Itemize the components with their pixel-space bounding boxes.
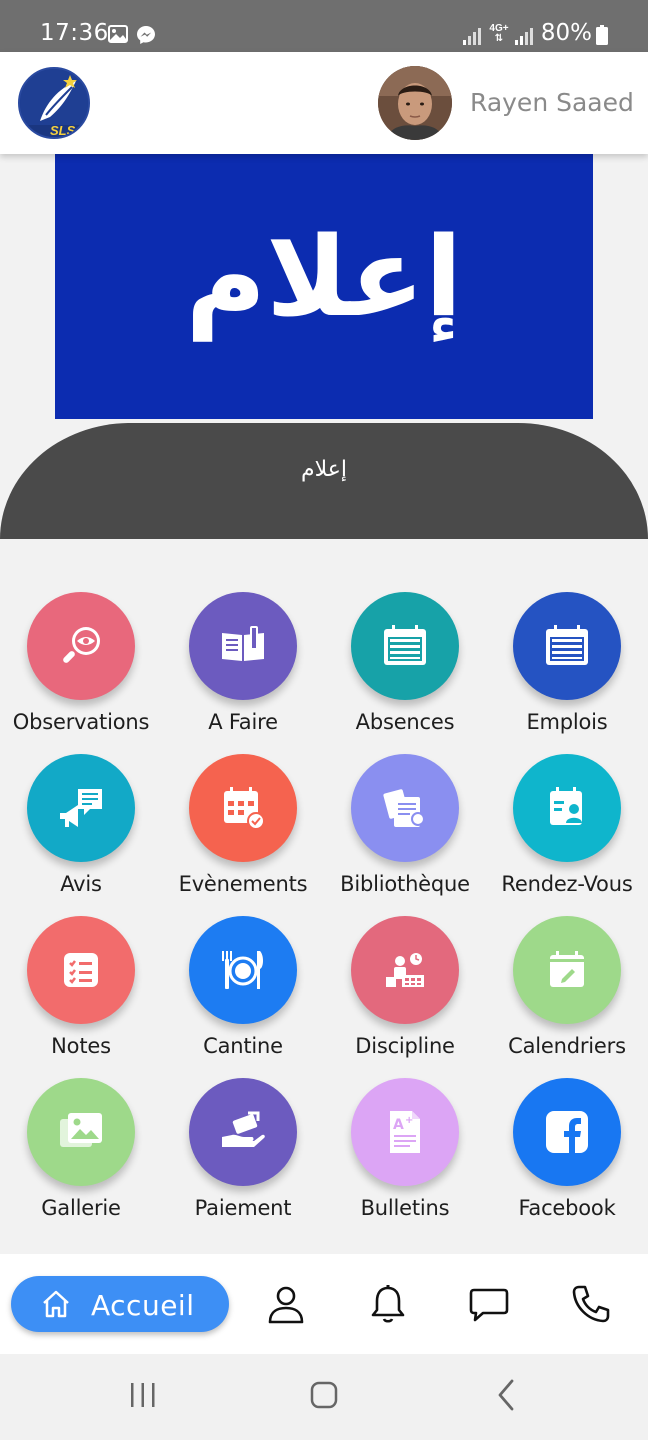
chat-icon[interactable] [469,1284,509,1324]
battery-icon [596,25,608,45]
banner-title: إعلام [185,212,463,341]
user-avatar[interactable] [378,66,452,140]
report-card-icon: A + [390,1111,420,1153]
menu-item-circle [513,592,621,700]
calendar-pencil-icon [550,951,584,987]
menu-item-circle [189,916,297,1024]
signal-2-icon [515,28,533,45]
menu-item-circle [351,592,459,700]
menu-item-bulletins[interactable]: A + Bulletins [324,1026,486,1220]
menu-item-calendriers[interactable]: Calendriers [486,864,648,1058]
facebook-icon [546,1111,588,1153]
svg-text:+: + [405,1115,413,1126]
calendar-grid-icon [384,625,426,665]
profile-icon[interactable] [266,1284,306,1324]
menu-item-notes[interactable]: Notes [0,864,162,1058]
checklist-icon [64,953,98,987]
menu-grid: Observations A Faire Absences Emplois Av… [0,540,648,1252]
network-type-indicator: 4G+ ⇅ [489,23,509,44]
nav-home-label: Accueil [91,1289,195,1322]
menu-item-circle [513,754,621,862]
home-icon [43,1290,69,1318]
menu-item-observations[interactable]: Observations [0,540,162,734]
menu-item-absences[interactable]: Absences [324,540,486,734]
status-time: 17:36 [40,20,109,46]
menu-item-label: Gallerie [41,1196,121,1220]
plate-cutlery-icon [222,951,263,989]
menu-item-gallerie[interactable]: Gallerie [0,1026,162,1220]
book-pen-icon [222,626,264,661]
menu-item-circle [27,1078,135,1186]
menu-item-label: Paiement [194,1196,292,1220]
menu-item-label: Bulletins [360,1196,450,1220]
school-logo[interactable]: SLS [18,67,90,139]
system-nav-bar [0,1354,648,1440]
svg-text:A: A [393,1117,404,1133]
menu-item-circle [27,592,135,700]
back-icon[interactable] [496,1379,516,1411]
status-bar: 17:36 4G+ ⇅ 80% [0,0,648,52]
menu-item-facebook[interactable]: Facebook [486,1026,648,1220]
announcement-banner[interactable]: إعلام [55,154,593,419]
menu-item-evenements[interactable]: Evènements [162,702,324,896]
banner-caption: إعلام [301,457,347,482]
nav-home-button[interactable]: Accueil [11,1276,229,1332]
menu-item-circle [513,1078,621,1186]
menu-item-circle [351,916,459,1024]
menu-item-cantine[interactable]: Cantine [162,864,324,1058]
menu-item-circle [189,592,297,700]
classroom-clock-icon [386,953,424,987]
menu-item-avis[interactable]: Avis [0,702,162,896]
gallery-notification-icon [108,25,128,43]
menu-item-paiement[interactable]: Paiement [162,1026,324,1220]
menu-item-bibliotheque[interactable]: Bibliothèque [324,702,486,896]
menu-item-discipline[interactable]: Discipline [324,864,486,1058]
documents-icon [383,789,425,827]
menu-item-circle [351,754,459,862]
menu-item-circle [513,916,621,1024]
avatar-photo [378,66,452,140]
photo-gallery-icon [60,1113,102,1147]
calendar-check-icon [224,787,265,830]
bell-icon[interactable] [368,1284,408,1324]
magnifier-eye-icon [63,627,100,663]
messenger-notification-icon [137,26,155,44]
appointment-person-icon [550,787,582,825]
hand-payment-icon [222,1111,265,1147]
system-home-icon[interactable] [310,1381,338,1409]
menu-item-rendez-vous[interactable]: Rendez-Vous [486,702,648,896]
battery-percent: 80% [540,20,592,46]
menu-item-emplois[interactable]: Emplois [486,540,648,734]
menu-item-circle [27,916,135,1024]
menu-item-circle [27,754,135,862]
menu-item-circle [189,1078,297,1186]
menu-item-circle: A + [351,1078,459,1186]
signal-1-icon [463,28,481,45]
megaphone-chat-icon [60,789,102,827]
calendar-grid-icon [546,625,588,665]
menu-item-label: Facebook [518,1196,616,1220]
menu-item-circle [189,754,297,862]
banner-caption-panel: إعلام [0,423,648,539]
user-name[interactable]: Rayen Saaed [470,88,634,117]
recent-apps-icon[interactable] [128,1382,158,1408]
bottom-nav: Accueil [0,1254,648,1354]
menu-item-a-faire[interactable]: A Faire [162,540,324,734]
phone-icon[interactable] [571,1284,611,1324]
logo-text: SLS [50,123,76,138]
app-header: SLS Rayen Saaed [0,52,648,154]
